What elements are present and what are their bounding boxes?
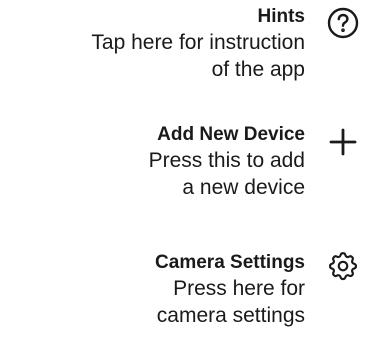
gear-icon[interactable] [326, 249, 360, 283]
question-circle-icon[interactable] [326, 6, 360, 40]
hint-description-line: Press here for [173, 277, 305, 300]
hint-description-line: Press this to add [148, 149, 305, 172]
plus-icon[interactable] [326, 125, 360, 159]
hint-description-line: a new device [182, 176, 305, 199]
hint-item-add-device: Add New Device Press this to add a new d… [149, 123, 305, 201]
hint-title: Add New Device [157, 124, 305, 145]
hint-item-camera-settings: Camera Settings Press here for camera se… [155, 251, 305, 329]
hint-description-line: Tap here for instruction [91, 31, 305, 54]
hint-item-hints: Hints Tap here for instruction of the ap… [91, 5, 305, 83]
hint-description-line: camera settings [156, 304, 305, 327]
hint-description-line: of the app [211, 58, 305, 81]
hint-title: Camera Settings [155, 252, 305, 273]
hint-title: Hints [257, 6, 306, 27]
